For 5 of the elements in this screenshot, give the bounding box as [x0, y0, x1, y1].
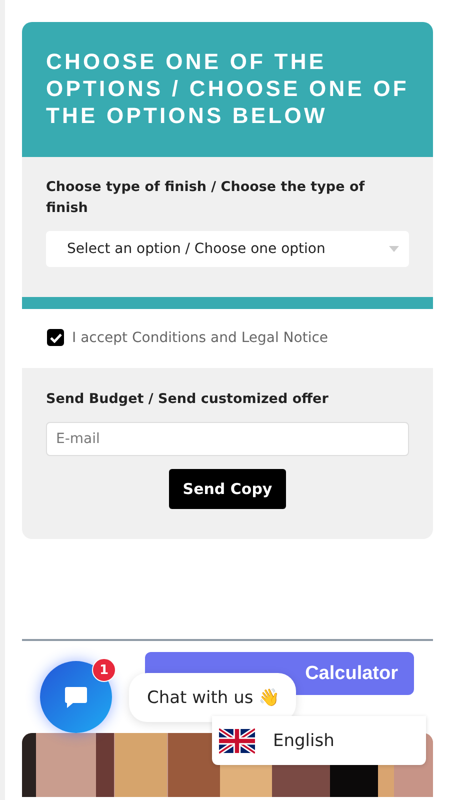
header-title: CHOOSE ONE OF THE OPTIONS / CHOOSE ONE OF THE OPTIONS BELOW — [46, 48, 410, 129]
notification-badge: 1 — [92, 658, 116, 682]
finish-label: Choose type of finish / Choose the type of finish — [46, 178, 366, 218]
budget-label: Send Budget / Send customized offer — [46, 390, 330, 409]
terms-label: I accept Conditions and Legal Notice — [72, 330, 328, 346]
